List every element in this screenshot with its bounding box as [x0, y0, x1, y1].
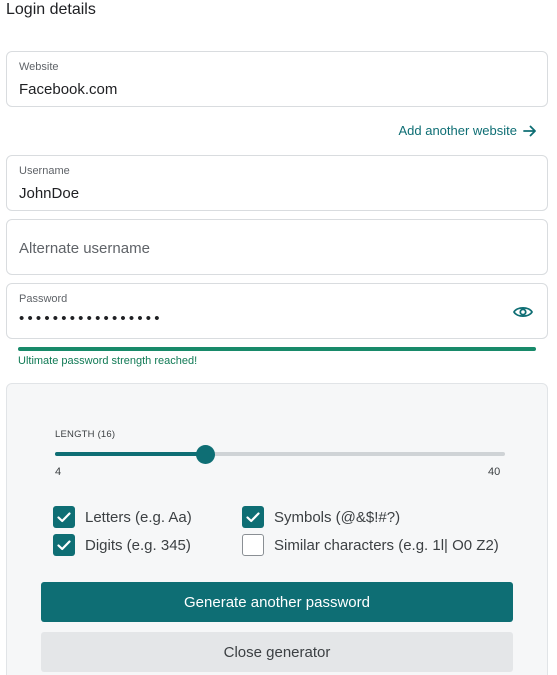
- digits-checkbox[interactable]: [53, 534, 75, 556]
- symbols-checkbox[interactable]: [242, 506, 264, 528]
- symbols-label: Symbols (@&$!#?): [274, 508, 401, 526]
- close-generator-button[interactable]: Close generator: [41, 632, 513, 672]
- password-strength-bar: [18, 347, 536, 351]
- add-website-link[interactable]: Add another website: [398, 123, 537, 138]
- length-label: LENGTH (16): [55, 429, 116, 440]
- length-slider-thumb[interactable]: [195, 445, 215, 464]
- digits-label: Digits (e.g. 345): [85, 536, 191, 554]
- length-slider-fill: [55, 452, 205, 456]
- password-value[interactable]: •••••••••••••••••: [19, 310, 163, 327]
- add-website-label: Add another website: [398, 123, 517, 138]
- username-label: Username: [19, 165, 70, 177]
- alternate-username-field[interactable]: Alternate username: [6, 219, 548, 275]
- website-value[interactable]: Facebook.com: [19, 81, 117, 98]
- password-strength-message: Ultimate password strength reached!: [18, 355, 198, 367]
- similar-characters-checkbox[interactable]: [242, 534, 264, 556]
- option-symbols[interactable]: Symbols (@&$!#?): [242, 506, 400, 528]
- website-field[interactable]: Website Facebook.com: [6, 51, 548, 107]
- password-field[interactable]: Password •••••••••••••••••: [6, 283, 548, 339]
- option-digits[interactable]: Digits (e.g. 345): [53, 534, 191, 556]
- similar-characters-label: Similar characters (e.g. 1l| O0 Z2): [274, 536, 499, 554]
- username-field[interactable]: Username JohnDoe: [6, 155, 548, 211]
- checkmark-icon: [57, 539, 71, 550]
- checkmark-icon: [57, 511, 71, 522]
- website-label: Website: [19, 61, 59, 73]
- generate-password-button[interactable]: Generate another password: [41, 582, 513, 622]
- eye-icon[interactable]: [513, 304, 533, 320]
- checkmark-icon: [246, 511, 260, 522]
- page-title: Login details: [6, 1, 96, 18]
- password-label: Password: [19, 293, 68, 305]
- option-letters[interactable]: Letters (e.g. Aa): [53, 506, 192, 528]
- username-value[interactable]: JohnDoe: [19, 185, 79, 202]
- letters-label: Letters (e.g. Aa): [85, 508, 192, 526]
- length-min-label: 4: [55, 466, 62, 478]
- alternate-username-placeholder[interactable]: Alternate username: [19, 240, 150, 257]
- length-slider-track[interactable]: [55, 452, 505, 456]
- option-similar-characters[interactable]: Similar characters (e.g. 1l| O0 Z2): [242, 534, 499, 556]
- letters-checkbox[interactable]: [53, 506, 75, 528]
- length-max-label: 40: [488, 466, 501, 478]
- arrow-right-icon: [523, 125, 536, 136]
